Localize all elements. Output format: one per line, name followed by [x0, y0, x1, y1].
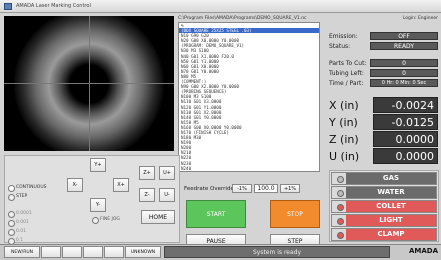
step-size-label: 0.0001 — [16, 211, 32, 216]
bottom-tab[interactable] — [62, 246, 82, 258]
brand-logo: AMADA — [408, 247, 438, 255]
jog-x-minus-button[interactable]: X- — [67, 178, 83, 192]
jog-u-minus-button[interactable]: U- — [159, 188, 175, 202]
feedrate-increase-button[interactable]: +1% — [280, 184, 300, 193]
status-collet: COLLET — [331, 200, 437, 213]
login-label[interactable]: Login: Engineer — [392, 16, 438, 21]
feedrate-decrease-button[interactable]: -1% — [232, 184, 252, 193]
coord-u-value: 0.0000 — [373, 148, 438, 164]
emission-value: OFF — [370, 32, 438, 40]
mode-step-radio[interactable] — [8, 194, 15, 201]
mode-continuous-label: CONTINUOUS — [16, 185, 47, 190]
fine-jog-checkbox[interactable] — [92, 217, 99, 224]
status-label: Status: — [329, 43, 351, 50]
fine-jog-label: FINE JOG — [100, 217, 120, 222]
app-icon — [4, 3, 12, 10]
status-water: WATER — [331, 186, 437, 199]
window-title: AMADA Laser Marking Control — [16, 3, 91, 9]
status-light: LIGHT — [331, 214, 437, 227]
emission-label: Emission: — [329, 33, 358, 40]
jog-y-minus-button[interactable]: Y- — [90, 198, 106, 212]
status-clamp: CLAMP — [331, 228, 437, 241]
start-button[interactable]: START — [186, 200, 246, 228]
status-gas: GAS — [331, 172, 437, 185]
status-led-icon — [337, 218, 344, 225]
status-gas-label: GAS — [346, 173, 436, 184]
status-led-icon — [337, 232, 344, 239]
feedrate-label: Feedrate Override — [184, 186, 234, 192]
status-value: READY — [370, 42, 438, 50]
jog-z-plus-button[interactable]: Z+ — [139, 166, 155, 180]
gcode-line[interactable]: N250 — [179, 171, 319, 172]
status-collet-label: COLLET — [346, 201, 436, 212]
status-led-icon — [337, 176, 344, 183]
step-size-radio[interactable] — [8, 220, 15, 227]
step-size-label: 0.01 — [16, 229, 27, 234]
home-button[interactable]: HOME — [141, 210, 175, 224]
step-size-radio[interactable] — [8, 211, 15, 218]
status-led-icon — [337, 190, 344, 197]
parts-to-cut-value: 0 — [370, 59, 438, 67]
crosshair-horizontal — [4, 83, 174, 84]
coord-u-label: U (in) — [329, 150, 360, 163]
bottom-tab[interactable] — [41, 246, 61, 258]
status-led-icon — [337, 204, 344, 211]
bottom-tab[interactable]: UNKNOWN — [125, 246, 161, 258]
gcode-listing[interactable]: % (BOX SQUARE 25X25 STEEL .03) N10 G90 G20… — [178, 22, 320, 172]
coord-x-value: -0.0024 — [373, 97, 438, 113]
jog-u-plus-button[interactable]: U+ — [159, 166, 175, 180]
step-size-label: 0.001 — [16, 220, 29, 225]
tubing-left-label: Tubing Left: — [329, 70, 364, 77]
jog-y-plus-button[interactable]: Y+ — [90, 158, 106, 172]
system-status-message: System is ready — [164, 246, 390, 258]
status-clamp-label: CLAMP — [346, 229, 436, 240]
coord-y-label: Y (in) — [329, 116, 358, 129]
parts-to-cut-label: Parts To Cut: — [329, 60, 367, 67]
time-part-label: Time / Part: — [329, 80, 364, 87]
coord-z-value: 0.0000 — [373, 131, 438, 147]
mode-step-label: STEP — [16, 194, 28, 199]
bottom-tab[interactable]: NEW/RUN — [4, 246, 40, 258]
jog-z-minus-button[interactable]: Z- — [139, 188, 155, 202]
bottom-tab[interactable] — [104, 246, 124, 258]
time-part-value: 0 Hr: 0 Min: 0 Sec — [370, 79, 438, 87]
tubing-left-value: 0 — [370, 69, 438, 77]
coord-y-value: -0.0125 — [373, 114, 438, 130]
coord-x-label: X (in) — [329, 99, 359, 112]
mode-continuous-radio[interactable] — [8, 185, 15, 192]
camera-view[interactable] — [4, 16, 174, 151]
coord-z-label: Z (in) — [329, 133, 359, 146]
status-water-label: WATER — [346, 187, 436, 198]
stop-button[interactable]: STOP — [270, 200, 320, 228]
status-light-label: LIGHT — [346, 215, 436, 226]
feedrate-value[interactable]: 100.0 — [254, 184, 278, 193]
step-size-radio[interactable] — [8, 229, 15, 236]
bottom-tab[interactable] — [83, 246, 103, 258]
step-size-label: 0.1 — [16, 238, 24, 243]
jog-x-plus-button[interactable]: X+ — [113, 178, 129, 192]
